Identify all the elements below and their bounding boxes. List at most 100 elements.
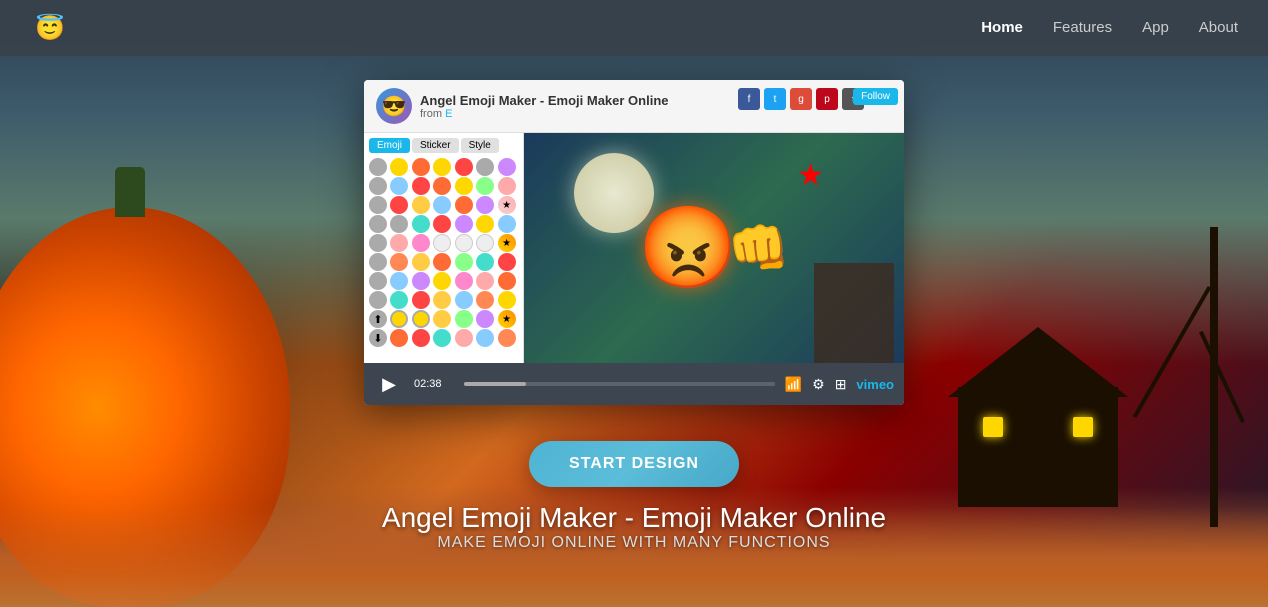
emoji-cell[interactable] xyxy=(412,253,430,271)
emoji-cell[interactable] xyxy=(433,158,451,176)
start-design-button[interactable]: START DESIGN xyxy=(529,441,739,487)
emoji-cell[interactable] xyxy=(369,158,387,176)
emoji-cell[interactable] xyxy=(390,234,408,252)
emoji-cell[interactable] xyxy=(476,158,494,176)
emoji-cell[interactable] xyxy=(412,215,430,233)
emoji-cell[interactable] xyxy=(390,329,408,347)
emoji-cell[interactable] xyxy=(455,310,473,328)
nav-about[interactable]: About xyxy=(1199,19,1238,36)
navbar: 😇 Home Features App About xyxy=(0,0,1268,56)
emoji-cell[interactable]: ⬇ xyxy=(369,329,387,347)
emoji-cell[interactable] xyxy=(433,329,451,347)
emoji-cell[interactable]: ★ xyxy=(498,196,516,214)
emoji-cell[interactable] xyxy=(498,158,516,176)
emoji-cell[interactable] xyxy=(455,291,473,309)
emoji-cell[interactable] xyxy=(476,329,494,347)
emoji-cell[interactable] xyxy=(476,196,494,214)
emoji-cell[interactable] xyxy=(498,272,516,290)
emoji-cell[interactable] xyxy=(412,158,430,176)
emoji-cell[interactable]: ★ xyxy=(498,310,516,328)
emoji-cell[interactable] xyxy=(455,329,473,347)
emoji-cell[interactable]: ★ xyxy=(498,234,516,252)
emoji-cell[interactable] xyxy=(498,177,516,195)
emoji-cell[interactable] xyxy=(390,177,408,195)
emoji-cell[interactable] xyxy=(498,215,516,233)
emoji-cell[interactable] xyxy=(390,215,408,233)
emoji-cell[interactable] xyxy=(455,234,473,252)
emoji-cell[interactable] xyxy=(476,310,494,328)
tab-sticker[interactable]: Sticker xyxy=(412,138,459,153)
nav-home[interactable]: Home xyxy=(981,19,1023,36)
star-overlay: ★ xyxy=(797,158,824,193)
follow-btn[interactable]: Follow xyxy=(853,88,898,105)
emoji-cell[interactable] xyxy=(498,291,516,309)
emoji-cell[interactable] xyxy=(390,291,408,309)
fist-emoji-icon: 👊 xyxy=(728,219,790,278)
emoji-cell[interactable] xyxy=(433,272,451,290)
tab-style[interactable]: Style xyxy=(461,138,499,153)
emoji-cell[interactable] xyxy=(476,272,494,290)
emoji-cell[interactable] xyxy=(433,234,451,252)
video-preview: 😡 👊 ★ xyxy=(524,133,904,363)
emoji-cell[interactable] xyxy=(455,158,473,176)
emoji-cell[interactable] xyxy=(433,196,451,214)
emoji-cell[interactable]: ⬆ xyxy=(369,310,387,328)
emoji-cell[interactable] xyxy=(369,215,387,233)
video-header: 😎 Angel Emoji Maker - Emoji Maker Online… xyxy=(364,80,904,133)
emoji-cell[interactable] xyxy=(369,177,387,195)
settings-icon[interactable]: ⚙ xyxy=(812,376,825,393)
emoji-cell[interactable] xyxy=(412,291,430,309)
angry-emoji-icon: 😡 xyxy=(638,201,738,295)
emoji-cell[interactable] xyxy=(455,196,473,214)
emoji-cell[interactable] xyxy=(433,291,451,309)
emoji-cell[interactable] xyxy=(476,177,494,195)
emoji-cell[interactable] xyxy=(369,272,387,290)
twitter-btn[interactable]: t xyxy=(764,88,786,110)
emoji-cell[interactable] xyxy=(390,310,408,328)
fullscreen-icon[interactable]: ⊞ xyxy=(835,376,847,393)
emoji-cell[interactable] xyxy=(476,215,494,233)
hero-subtitle: MAKE EMOJI ONLINE WITH MANY FUNCTIONS xyxy=(382,534,886,552)
play-button[interactable]: ▶ xyxy=(374,369,404,399)
emoji-cell[interactable] xyxy=(455,253,473,271)
emoji-cell[interactable] xyxy=(369,291,387,309)
emoji-cell[interactable] xyxy=(412,329,430,347)
hero-text: Angel Emoji Maker - Emoji Maker Online M… xyxy=(382,502,886,552)
emoji-cell[interactable] xyxy=(412,272,430,290)
facebook-btn[interactable]: f xyxy=(738,88,760,110)
emoji-cell[interactable] xyxy=(412,196,430,214)
emoji-cell[interactable] xyxy=(369,253,387,271)
emoji-cell[interactable] xyxy=(369,234,387,252)
nav-features[interactable]: Features xyxy=(1053,19,1112,36)
time-display: 02:38 xyxy=(414,378,454,390)
pinterest-btn[interactable]: p xyxy=(816,88,838,110)
tab-emoji[interactable]: Emoji xyxy=(369,138,410,153)
emoji-cell[interactable] xyxy=(433,215,451,233)
emoji-cell[interactable] xyxy=(476,234,494,252)
emoji-cell[interactable] xyxy=(412,234,430,252)
emoji-cell[interactable] xyxy=(498,253,516,271)
emoji-cell[interactable] xyxy=(455,215,473,233)
emoji-cell[interactable] xyxy=(369,196,387,214)
video-controls: ▶ 02:38 📶 ⚙ ⊞ vimeo xyxy=(364,363,904,405)
progress-bar[interactable] xyxy=(464,382,775,386)
emoji-cell[interactable] xyxy=(390,158,408,176)
emoji-cell[interactable] xyxy=(412,310,430,328)
emoji-cell[interactable] xyxy=(390,253,408,271)
emoji-cell[interactable] xyxy=(390,196,408,214)
video-main: Emoji Sticker Style xyxy=(364,133,904,363)
nav-app[interactable]: App xyxy=(1142,19,1169,36)
emoji-cell[interactable] xyxy=(412,177,430,195)
emoji-cell[interactable] xyxy=(433,253,451,271)
logo[interactable]: 😇 xyxy=(30,8,70,48)
emoji-cell[interactable] xyxy=(476,253,494,271)
emoji-cell[interactable] xyxy=(433,177,451,195)
google-btn[interactable]: g xyxy=(790,88,812,110)
volume-icon[interactable]: 📶 xyxy=(785,376,802,393)
emoji-cell[interactable] xyxy=(390,272,408,290)
emoji-cell[interactable] xyxy=(455,177,473,195)
emoji-cell[interactable] xyxy=(498,329,516,347)
emoji-cell[interactable] xyxy=(433,310,451,328)
emoji-cell[interactable] xyxy=(455,272,473,290)
emoji-cell[interactable] xyxy=(476,291,494,309)
